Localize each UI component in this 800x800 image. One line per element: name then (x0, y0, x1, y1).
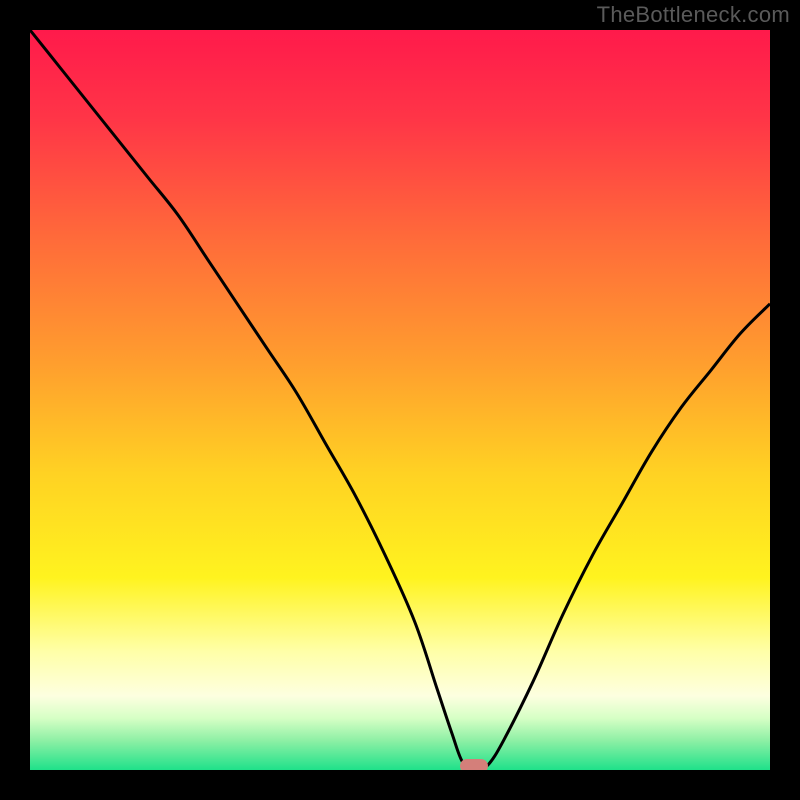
optimal-point-marker (460, 759, 488, 770)
plot-area (30, 30, 770, 770)
bottleneck-curve (30, 30, 770, 767)
chart-frame: TheBottleneck.com (0, 0, 800, 800)
curve-layer (30, 30, 770, 770)
watermark-label: TheBottleneck.com (597, 2, 790, 28)
